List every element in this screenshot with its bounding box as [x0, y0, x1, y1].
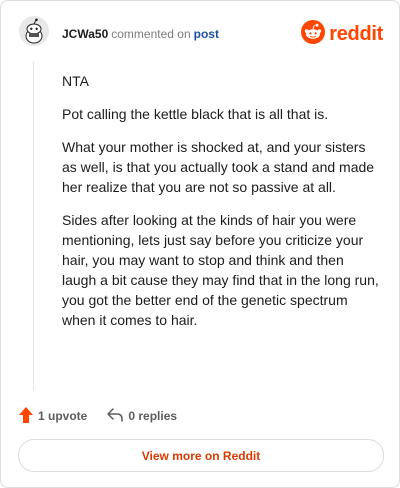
snoo-avatar-icon[interactable]	[19, 16, 49, 46]
comment-actions: 1 upvote 0 replies	[19, 405, 197, 427]
comment-paragraph: NTA	[62, 73, 89, 89]
upvote-count: 1 upvote	[38, 409, 88, 423]
comment-header: JCWa50 commented on post reddit	[19, 16, 383, 52]
replies-button[interactable]: 0 replies	[107, 407, 178, 425]
reply-icon	[107, 407, 128, 425]
comment-body: NTA Pot calling the kettle black that is…	[62, 71, 380, 343]
reddit-logo-icon	[301, 19, 326, 49]
comment-paragraph: Sides after looking at the kinds of hair…	[62, 212, 379, 328]
upvote-arrow-icon	[19, 406, 38, 426]
reddit-brand[interactable]: reddit	[301, 19, 383, 49]
replies-count: 0 replies	[128, 409, 178, 423]
comment-meta: JCWa50 commented on post	[62, 26, 219, 42]
comment-paragraph: What your mother is shocked at, and your…	[62, 139, 375, 195]
action-text: commented on	[111, 27, 191, 41]
thread-line	[33, 61, 34, 391]
upvote-button[interactable]: 1 upvote	[19, 406, 88, 426]
view-more-label: View more on Reddit	[141, 448, 261, 463]
embedded-comment-card: JCWa50 commented on post reddit NTA Pot …	[0, 0, 400, 488]
brand-wordmark: reddit	[329, 22, 383, 45]
post-link[interactable]: post	[194, 27, 219, 41]
view-more-button[interactable]: View more on Reddit	[18, 439, 384, 472]
comment-paragraph: Pot calling the kettle black that is all…	[62, 106, 329, 122]
username-link[interactable]: JCWa50	[62, 27, 108, 41]
